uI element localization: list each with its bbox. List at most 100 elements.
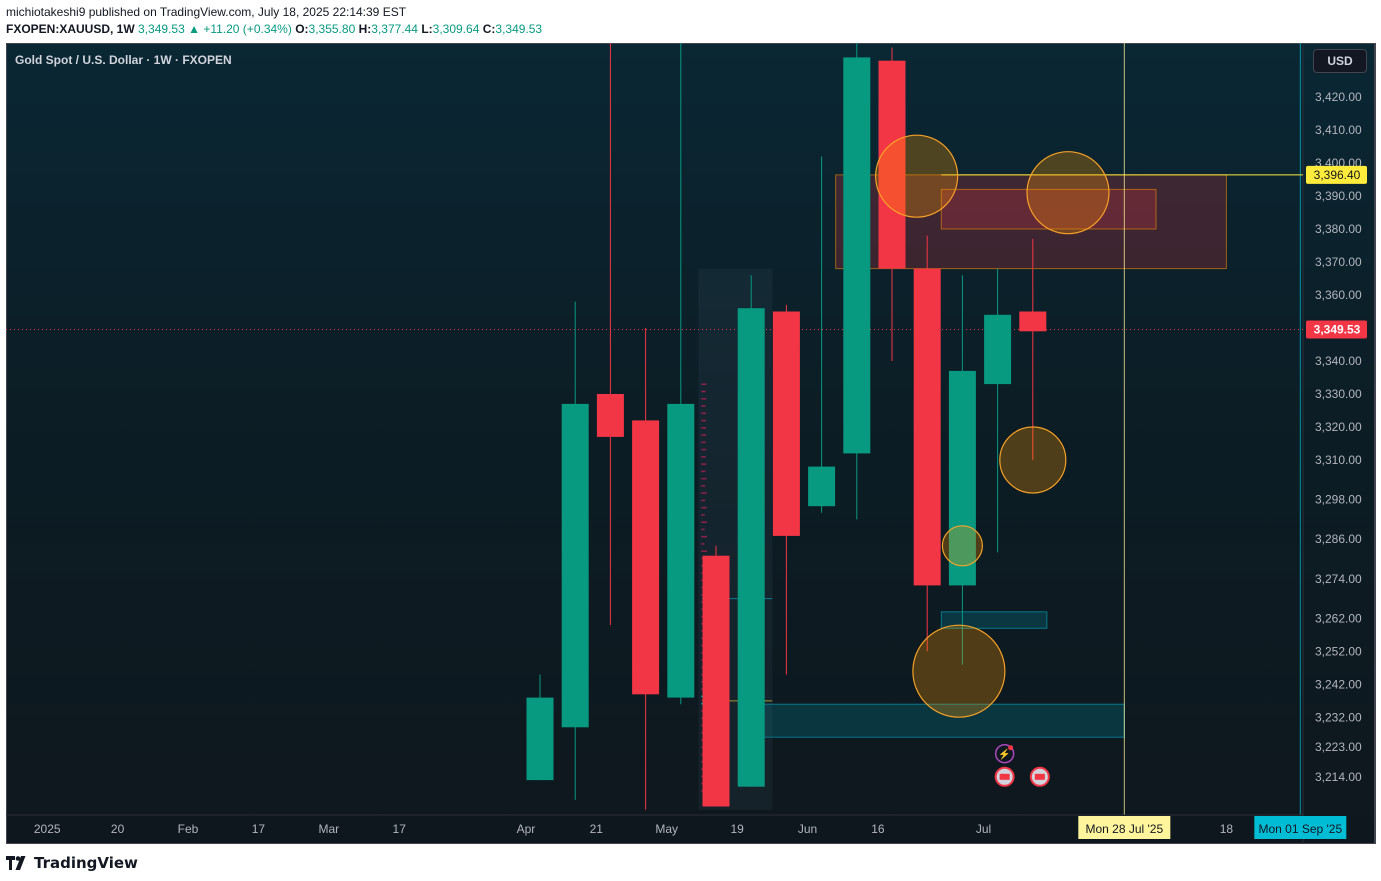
volume-profile-bar bbox=[701, 492, 707, 494]
price-tick-label: 3,420.00 bbox=[1315, 90, 1362, 104]
volume-profile-bar bbox=[701, 427, 707, 429]
open-label: O: bbox=[295, 22, 309, 36]
price-change: +11.20 (+0.34%) bbox=[203, 22, 292, 36]
volume-profile-bar bbox=[701, 528, 705, 531]
highlight-circle-3[interactable] bbox=[941, 525, 984, 567]
price-tick-label: 3,410.00 bbox=[1315, 123, 1362, 137]
price-label-text-0: 3,396.40 bbox=[1314, 168, 1361, 182]
volume-profile-bar bbox=[701, 535, 708, 538]
candle-body[interactable] bbox=[702, 555, 730, 807]
time-tick-label: Mar bbox=[318, 822, 339, 836]
last-price: 3,349.53 bbox=[138, 22, 185, 36]
symbol-label: FXOPEN:XAUUSD, 1W bbox=[6, 22, 135, 36]
price-tick-label: 3,262.00 bbox=[1315, 611, 1362, 625]
price-tick-label: 3,310.00 bbox=[1315, 453, 1362, 467]
close-label: C: bbox=[482, 22, 496, 36]
candle-body[interactable] bbox=[772, 311, 800, 536]
header-line-1: michiotakeshi9 published on TradingView.… bbox=[6, 5, 407, 19]
time-tick-label: 16 bbox=[871, 822, 885, 836]
price-tick-label: 3,214.00 bbox=[1315, 770, 1362, 784]
volume-profile-bar bbox=[701, 434, 707, 436]
time-tick-label: 21 bbox=[590, 822, 604, 836]
price-tick-label: 3,320.00 bbox=[1315, 420, 1362, 434]
volume-profile-bar bbox=[701, 397, 707, 400]
candle-body[interactable] bbox=[843, 57, 871, 454]
price-tick-label: 3,390.00 bbox=[1315, 189, 1362, 203]
candle-body[interactable] bbox=[808, 466, 836, 507]
candle-body[interactable] bbox=[913, 268, 941, 586]
volume-profile-bar bbox=[701, 463, 707, 465]
volume-profile-bar bbox=[701, 390, 706, 393]
highlight-circle-0[interactable] bbox=[875, 134, 959, 218]
time-tick-label: Feb bbox=[178, 822, 199, 836]
candle-body[interactable] bbox=[667, 403, 695, 698]
us-flag-stripes-icon bbox=[999, 773, 1010, 780]
time-tick-label: Jul bbox=[976, 822, 991, 836]
high-value: 3,377.44 bbox=[371, 22, 418, 36]
time-tick-label: 17 bbox=[393, 822, 407, 836]
time-tick-label: 2025 bbox=[34, 822, 61, 836]
date-label-text-1: Mon 01 Sep '25 bbox=[1258, 822, 1342, 836]
candle-body[interactable] bbox=[596, 394, 624, 437]
footer: TradingView bbox=[6, 852, 138, 874]
time-tick-label: Jun bbox=[798, 822, 817, 836]
change-arrow-icon: ▲ bbox=[188, 22, 200, 36]
volume-profile-bar bbox=[701, 383, 707, 386]
price-label-text-1: 3,349.53 bbox=[1314, 323, 1361, 337]
candle-body[interactable] bbox=[561, 403, 589, 728]
price-tick-label: 3,298.00 bbox=[1315, 493, 1362, 507]
frame-right-edge bbox=[1374, 43, 1376, 844]
highlight-circle-1[interactable] bbox=[1026, 151, 1110, 235]
price-tick-label: 3,330.00 bbox=[1315, 387, 1362, 401]
volume-profile-bar bbox=[701, 412, 707, 415]
series-legend[interactable]: Gold Spot / U.S. Dollar · 1W · FXOPEN bbox=[15, 53, 232, 67]
price-tick-label: 3,252.00 bbox=[1315, 644, 1362, 658]
time-tick-label: 20 bbox=[111, 822, 125, 836]
tradingview-brand: TradingView bbox=[34, 854, 138, 872]
price-tick-label: 3,242.00 bbox=[1315, 677, 1362, 691]
price-tick-label: 3,340.00 bbox=[1315, 354, 1362, 368]
tradingview-logo-icon bbox=[6, 856, 26, 870]
candle-body[interactable] bbox=[632, 420, 660, 695]
high-label: H: bbox=[358, 22, 372, 36]
volume-profile-bar bbox=[701, 550, 708, 553]
date-label-text-0: Mon 28 Jul '25 bbox=[1085, 822, 1163, 836]
volume-profile-bar bbox=[701, 419, 706, 422]
time-tick-label: Apr bbox=[517, 822, 536, 836]
volume-profile-bar bbox=[701, 456, 706, 458]
close-value: 3,349.53 bbox=[495, 22, 543, 36]
volume-profile-bar bbox=[701, 405, 706, 407]
highlight-circle-4[interactable] bbox=[912, 624, 1006, 718]
price-tick-label: 3,380.00 bbox=[1315, 222, 1362, 236]
currency-button[interactable]: USD bbox=[1313, 49, 1367, 73]
price-tick-label: 3,360.00 bbox=[1315, 288, 1362, 302]
time-tick-label: 18 bbox=[1220, 822, 1234, 836]
candlestick-chart[interactable]: ⚡3,420.003,410.003,400.003,390.003,380.0… bbox=[6, 43, 1376, 844]
candle-body[interactable] bbox=[984, 314, 1012, 385]
us-flag-stripes-icon bbox=[1034, 773, 1045, 780]
candle-body[interactable] bbox=[1019, 311, 1047, 332]
price-tick-label: 3,370.00 bbox=[1315, 255, 1362, 269]
open-value: 3,355.80 bbox=[308, 22, 356, 36]
volume-profile-bar bbox=[701, 441, 706, 444]
candle-body[interactable] bbox=[526, 697, 554, 781]
volume-profile-bar bbox=[701, 470, 706, 473]
low-value: 3,309.64 bbox=[432, 22, 480, 36]
header-line-2: FXOPEN:XAUUSD, 1W 3,349.53 ▲ +11.20 (+0.… bbox=[6, 22, 542, 36]
price-tick-label: 3,232.00 bbox=[1315, 710, 1362, 724]
volume-profile-bar bbox=[701, 448, 707, 451]
volume-profile-bar bbox=[701, 543, 705, 545]
price-tick-label: 3,223.00 bbox=[1315, 740, 1362, 754]
event-dot-icon bbox=[1008, 745, 1014, 751]
volume-profile-bar bbox=[701, 499, 706, 502]
volume-profile-bar bbox=[701, 477, 707, 480]
lightning-event-glyph: ⚡ bbox=[998, 748, 1010, 761]
volume-profile-bar bbox=[701, 506, 707, 509]
time-tick-label: 17 bbox=[252, 822, 266, 836]
highlight-circle-2[interactable] bbox=[999, 426, 1067, 494]
time-tick-label: 19 bbox=[730, 822, 744, 836]
volume-profile-bar bbox=[701, 514, 705, 516]
time-tick-label: May bbox=[655, 822, 678, 836]
price-tick-label: 3,274.00 bbox=[1315, 572, 1362, 586]
candle-body[interactable] bbox=[737, 308, 765, 787]
